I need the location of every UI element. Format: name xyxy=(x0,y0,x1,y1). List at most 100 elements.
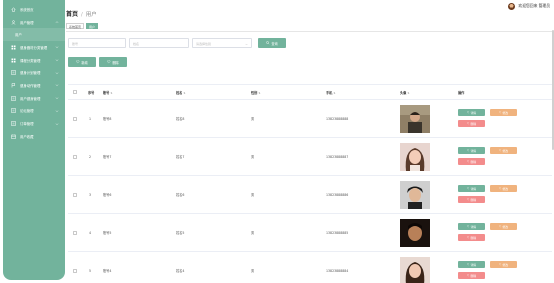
heart-icon xyxy=(498,149,502,152)
sidebar-item-users[interactable]: 用户 xyxy=(3,28,65,42)
avatar-photo[interactable] xyxy=(400,218,430,247)
chevron-down-icon xyxy=(55,97,59,100)
account-search-input[interactable]: 账号 xyxy=(68,38,126,48)
edit-button[interactable]: 修改 xyxy=(490,147,517,154)
header-name: 姓名 xyxy=(176,90,183,95)
avatar-photo[interactable] xyxy=(400,104,430,133)
header-gender-wrap[interactable]: 性别⇅ xyxy=(251,90,261,95)
row-checkbox[interactable] xyxy=(73,192,77,197)
heart-icon xyxy=(76,60,80,64)
sidebar-item-user-management[interactable]: 用户管理 xyxy=(3,16,65,29)
heart-icon xyxy=(466,263,470,266)
delete-button[interactable]: 删除 xyxy=(458,120,485,127)
edit-button[interactable]: 修改 xyxy=(490,261,517,268)
row-checkbox[interactable] xyxy=(73,154,77,159)
header-phone: 手机 xyxy=(326,90,333,95)
table-row: 2 账号7 姓名7 男 13823888887 详情 修改 删除 xyxy=(68,138,552,176)
detail-button[interactable]: 详情 xyxy=(458,261,485,268)
sidebar-item-label: 健身计划管理 xyxy=(20,71,41,76)
row-checkbox[interactable] xyxy=(73,268,77,273)
sidebar-item-orders[interactable]: 订单管理 xyxy=(3,117,65,130)
user-info[interactable]: 欢迎您回来 管理员 xyxy=(508,2,550,10)
cell-account: 账号8 xyxy=(103,117,112,121)
heart-icon xyxy=(466,111,470,114)
row-checkbox[interactable] xyxy=(73,116,77,121)
scrollbar[interactable] xyxy=(552,30,554,150)
cell-index: 4 xyxy=(89,230,92,235)
row-checkbox[interactable] xyxy=(73,230,77,235)
tag-home[interactable]: 系统首页 xyxy=(66,23,85,29)
breadcrumb-home[interactable]: 首页 xyxy=(66,9,78,18)
search-button[interactable]: 查询 xyxy=(258,38,286,48)
sidebar-item-equipment-category[interactable]: 健身器材分类管理 xyxy=(3,41,65,54)
cell-account: 账号5 xyxy=(103,231,112,235)
add-button-label: 新增 xyxy=(81,60,88,65)
header-phone-wrap[interactable]: 手机⇅ xyxy=(326,90,336,95)
header-photo-wrap[interactable]: 头像⇅ xyxy=(400,90,410,95)
detail-button[interactable]: 详情 xyxy=(458,223,485,230)
delete-button-label: 删除 xyxy=(470,197,477,202)
sort-icon: ⇅ xyxy=(183,91,186,95)
sort-icon: ⇅ xyxy=(407,91,410,95)
detail-button[interactable]: 详情 xyxy=(458,185,485,192)
cell-index: 2 xyxy=(89,154,92,159)
sidebar-item-favorites[interactable]: 用户收藏 xyxy=(3,130,65,143)
heart-icon xyxy=(498,111,502,114)
table-header: 序号 账号⇅ 姓名⇅ 性别⇅ 手机⇅ 头像⇅ 操作 xyxy=(68,84,552,100)
heart-icon xyxy=(466,149,470,152)
breadcrumb-current: 用户 xyxy=(85,12,97,18)
avatar-photo[interactable] xyxy=(400,142,430,171)
delete-button[interactable]: 删除 xyxy=(458,196,485,203)
sidebar: 系统首页 用户管理 用户 健身器材分类管理 课程分类管理 健身计划管理 健身动作… xyxy=(3,0,65,280)
cell-name: 姓名8 xyxy=(176,117,185,121)
table-row: 3 账号6 姓名6 男 13823888886 详情 修改 删除 xyxy=(68,176,552,214)
cell-phone: 13823888885 xyxy=(326,230,349,235)
cell-index: 1 xyxy=(89,116,92,121)
edit-button[interactable]: 修改 xyxy=(490,223,517,230)
cell-phone: 13823888888 xyxy=(326,116,349,121)
delete-button[interactable]: 删除 xyxy=(458,158,485,165)
chevron-down-icon xyxy=(55,72,59,74)
avatar-photo[interactable] xyxy=(400,180,430,209)
avatar xyxy=(508,2,516,10)
header-account-wrap[interactable]: 账号⇅ xyxy=(103,90,113,95)
sidebar-item-fitness-plan[interactable]: 健身计划管理 xyxy=(3,66,65,79)
heart-icon xyxy=(498,263,502,266)
sidebar-item-forum[interactable]: 论坛管理 xyxy=(3,105,65,118)
edit-button-label: 修改 xyxy=(502,262,509,267)
avatar-photo[interactable] xyxy=(400,256,430,283)
sidebar-item-fitness-action[interactable]: 健身动作管理 xyxy=(3,79,65,92)
detail-button[interactable]: 详情 xyxy=(458,109,485,116)
search-icon xyxy=(266,41,270,45)
edit-button[interactable]: 修改 xyxy=(490,109,517,116)
heart-icon xyxy=(498,225,502,228)
sidebar-item-label: 订单管理 xyxy=(20,122,34,127)
heart-icon xyxy=(466,198,470,201)
add-button[interactable]: 新增 xyxy=(68,57,96,67)
edit-button[interactable]: 修改 xyxy=(490,185,517,192)
heart-icon xyxy=(466,122,470,125)
table-row: 5 账号4 姓名4 男 13823888884 详情 修改 删除 xyxy=(68,252,552,283)
detail-button-label: 详情 xyxy=(470,186,477,191)
delete-button[interactable]: 删除 xyxy=(458,234,485,241)
delete-button[interactable]: 删除 xyxy=(458,272,485,279)
cell-name: 姓名5 xyxy=(176,231,185,235)
table-row: 4 账号5 姓名5 男 13823888885 详情 修改 删除 xyxy=(68,214,552,252)
gender-select[interactable]: 请选择性别 xyxy=(192,38,252,48)
sidebar-item-course-category[interactable]: 课程分类管理 xyxy=(3,54,65,67)
cell-gender: 男 xyxy=(251,269,255,273)
batch-delete-button[interactable]: 删除 xyxy=(99,57,127,67)
flag-icon xyxy=(11,83,16,88)
grid-icon xyxy=(11,45,16,50)
select-all-checkbox[interactable] xyxy=(73,90,77,94)
header-name-wrap[interactable]: 姓名⇅ xyxy=(176,90,186,95)
sidebar-item-user-fitness[interactable]: 用户健身管理 xyxy=(3,92,65,105)
sidebar-item-label: 系统首页 xyxy=(20,7,34,12)
sidebar-item-home[interactable]: 系统首页 xyxy=(3,3,65,16)
detail-button[interactable]: 详情 xyxy=(458,147,485,154)
name-search-input[interactable]: 姓名 xyxy=(129,38,189,48)
tag-users[interactable]: 用户 xyxy=(86,23,99,29)
detail-button-label: 详情 xyxy=(470,262,477,267)
delete-button-label: 删除 xyxy=(470,159,477,164)
cell-name: 姓名6 xyxy=(176,193,185,197)
